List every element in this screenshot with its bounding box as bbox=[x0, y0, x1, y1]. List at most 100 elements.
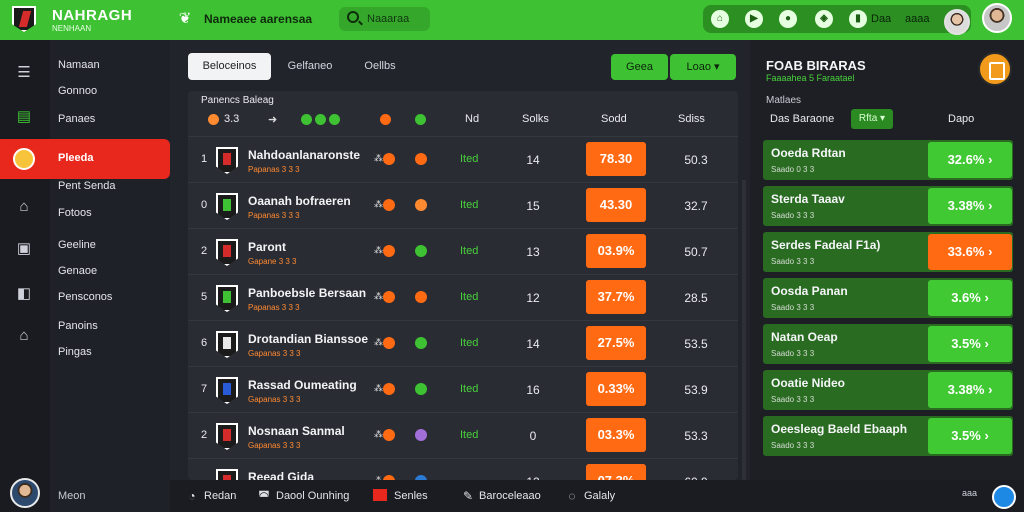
match-card[interactable]: Serdes Fadeal F1a) Saado 3 3 3 33.6% › bbox=[763, 232, 1013, 272]
search-input[interactable] bbox=[367, 11, 427, 27]
team-name[interactable]: Oaanah bofraeren bbox=[248, 194, 351, 208]
row-score-button[interactable]: 03.3% bbox=[586, 418, 646, 452]
flag-icon[interactable]: ☰ bbox=[14, 64, 34, 82]
table-row[interactable]: 0 Oaanah bofraeren Papanas 3 3 3 ⁂ Ited 15 43.… bbox=[188, 182, 738, 228]
top-actions: ⌂ ▶ ● ◈ ▮ Daa aaaa bbox=[703, 5, 971, 35]
nav-item-panoins[interactable]: Panoins bbox=[58, 320, 98, 332]
team-name[interactable]: Reead Gida bbox=[248, 470, 314, 480]
filter-dot-icon[interactable] bbox=[208, 114, 219, 125]
match-card[interactable]: Oeesleag Baeld Ebaaph Saado 3 3 3 3.5% › bbox=[763, 416, 1013, 456]
bottom-item-redan[interactable]: Redan bbox=[204, 490, 236, 502]
nav-item-active[interactable]: Pleeda bbox=[0, 139, 170, 179]
table-row[interactable]: 6 Drotandian Bianssoe Gapanas 3 3 3 ⁂ Ited 14… bbox=[188, 320, 738, 366]
building-icon[interactable]: ⌂ bbox=[14, 327, 34, 345]
team-name[interactable]: Drotandian Bianssoe bbox=[248, 332, 368, 346]
row-score-button[interactable]: 0.33% bbox=[586, 372, 646, 406]
card-title: Natan Oeap bbox=[771, 330, 838, 344]
card-odds-value: 32.6% bbox=[947, 152, 985, 167]
team-name[interactable]: Nosnaan Sanmal bbox=[248, 424, 345, 438]
user-avatar[interactable] bbox=[10, 478, 40, 508]
nav-item-namaan[interactable]: Namaan bbox=[58, 59, 100, 71]
geea-button[interactable]: Geea bbox=[611, 54, 668, 80]
match-card[interactable]: Natan Oeap Saado 3 3 3 3.5% › bbox=[763, 324, 1013, 364]
filter-dapo[interactable]: Dapo bbox=[948, 113, 974, 125]
table-row[interactable]: 1 Nahdoanlanaronste Papanas 3 3 3 ⁂ Ited 14 78… bbox=[188, 136, 738, 182]
help-icon[interactable] bbox=[992, 485, 1016, 509]
match-card[interactable]: Oosda Panan Saado 3 3 3 3.6% › bbox=[763, 278, 1013, 318]
bottom-item-senles[interactable]: Senles bbox=[394, 490, 428, 502]
shield-icon[interactable]: ◈ bbox=[815, 10, 833, 28]
team-name[interactable]: Rassad Oumeating bbox=[248, 378, 357, 392]
nav-item-geeline[interactable]: Geeline bbox=[58, 239, 96, 251]
loao-dropdown[interactable]: Loao ▾ bbox=[670, 54, 736, 80]
home-icon[interactable]: ⌂ bbox=[711, 10, 729, 28]
car-icon[interactable]: ◚ bbox=[256, 488, 272, 504]
form-icon: ⁂ bbox=[374, 291, 383, 301]
row-score-button[interactable]: 43.30 bbox=[586, 188, 646, 222]
tab-gelfaneo[interactable]: Gelfaneo bbox=[280, 53, 340, 80]
nav-item-gonnoo[interactable]: Gonnoo bbox=[58, 85, 97, 97]
match-card[interactable]: Ooatie Nideo Saado 3 3 3 3.38% › bbox=[763, 370, 1013, 410]
tab-oellbs[interactable]: Oellbs bbox=[355, 53, 405, 80]
friend-avatar[interactable] bbox=[944, 9, 970, 35]
table-row[interactable]: Reead Gida⁂1207.3%60.9 bbox=[188, 458, 738, 480]
card-odds-button[interactable]: 3.6% › bbox=[928, 280, 1012, 316]
card-odds-value: 3.6% bbox=[951, 290, 981, 305]
pencil-icon[interactable]: ✎ bbox=[460, 488, 476, 504]
match-card[interactable]: Sterda Taaav Saado 3 3 3 3.38% › bbox=[763, 186, 1013, 226]
table-row[interactable]: 2 Nosnaan Sanmal Gapanas 3 3 3 ⁂ Ited 0 03.3% 5… bbox=[188, 412, 738, 458]
tab-beloceinos[interactable]: Beloceinos bbox=[188, 53, 271, 80]
row-score-button[interactable]: 37.7% bbox=[586, 280, 646, 314]
table-row[interactable]: 2 Paront Gapane 3 3 3 ⁂ Ited 13 03.9% 50.7 bbox=[188, 228, 738, 274]
header-c2[interactable]: Nd bbox=[465, 113, 479, 125]
header-c5[interactable]: Sdiss bbox=[678, 113, 705, 125]
table-row[interactable]: 7 Rassad Oumeating Gapanas 3 3 3 ⁂ Ited 16 0.3… bbox=[188, 366, 738, 412]
house-icon[interactable]: ⌂ bbox=[14, 198, 34, 216]
header-c3[interactable]: Solks bbox=[522, 113, 549, 125]
card-odds-button[interactable]: 32.6% › bbox=[928, 142, 1012, 178]
team-name[interactable]: Panboebsle Bersaan bbox=[248, 286, 366, 300]
filter-rfta[interactable]: Rfta ▾ bbox=[851, 109, 893, 129]
table-scrollbar[interactable] bbox=[742, 180, 746, 480]
chat-icon[interactable]: ◌ bbox=[564, 488, 580, 504]
bottom-item-galaly[interactable]: Galaly bbox=[584, 490, 615, 502]
row-played: 15 bbox=[526, 199, 540, 213]
row-score-button[interactable]: 78.30 bbox=[586, 142, 646, 176]
profile-avatar[interactable] bbox=[982, 3, 1012, 33]
team-name[interactable]: Nahdoanlanaronste bbox=[248, 148, 360, 162]
team-name[interactable]: Paront bbox=[248, 240, 286, 254]
shirt-icon[interactable]: ◧ bbox=[14, 285, 34, 303]
device-icon[interactable]: ▣ bbox=[14, 240, 34, 258]
nav-item-pent-senda[interactable]: Pent Senda bbox=[58, 180, 116, 192]
ball-icon[interactable]: ● bbox=[779, 10, 797, 28]
bottom-item-baroceleaao[interactable]: Baroceleaao bbox=[479, 490, 541, 502]
card-odds-button[interactable]: 3.5% › bbox=[928, 326, 1012, 362]
card-odds-button[interactable]: 3.38% › bbox=[928, 188, 1012, 224]
search-box[interactable] bbox=[339, 7, 430, 31]
match-card[interactable]: Ooeda Rdtan Saado 0 3 3 32.6% › bbox=[763, 140, 1013, 180]
row-score-button[interactable]: 07.3% bbox=[586, 464, 646, 480]
dial-icon[interactable]: ◔ bbox=[184, 488, 200, 504]
row-score-button[interactable]: 27.5% bbox=[586, 326, 646, 360]
header-c4[interactable]: Sodd bbox=[601, 113, 627, 125]
nav-item-pensconos[interactable]: Pensconos bbox=[58, 291, 112, 303]
nav-item-fotoos[interactable]: Fotoos bbox=[58, 207, 92, 219]
clipboard-icon[interactable] bbox=[978, 52, 1012, 86]
status-dot-icon bbox=[415, 245, 427, 257]
card-meta: Saado 3 3 3 bbox=[771, 211, 815, 220]
arrow-icon[interactable]: ➜ bbox=[268, 113, 277, 126]
form-dot-icon bbox=[383, 153, 395, 165]
board-icon[interactable]: ▤ bbox=[14, 108, 34, 126]
card-odds-button[interactable]: 33.6% › bbox=[928, 234, 1012, 270]
nav-item-genaoe[interactable]: Genaoe bbox=[58, 265, 97, 277]
card-odds-button[interactable]: 3.5% › bbox=[928, 418, 1012, 454]
nav-item-panaes[interactable]: Panaes bbox=[58, 113, 95, 125]
forward-icon[interactable]: ▶ bbox=[745, 10, 763, 28]
phone-icon[interactable]: ▮ bbox=[849, 10, 867, 28]
table-row[interactable]: 5 Panboebsle Bersaan Papanas 3 3 3 ⁂ Ited 12 3… bbox=[188, 274, 738, 320]
filter-das-baraone[interactable]: Das Baraone bbox=[770, 113, 834, 125]
card-odds-button[interactable]: 3.38% › bbox=[928, 372, 1012, 408]
row-score-button[interactable]: 03.9% bbox=[586, 234, 646, 268]
bottom-item-daool[interactable]: Daool Ounhing bbox=[276, 490, 349, 502]
nav-item-pingas[interactable]: Pingas bbox=[58, 346, 92, 358]
